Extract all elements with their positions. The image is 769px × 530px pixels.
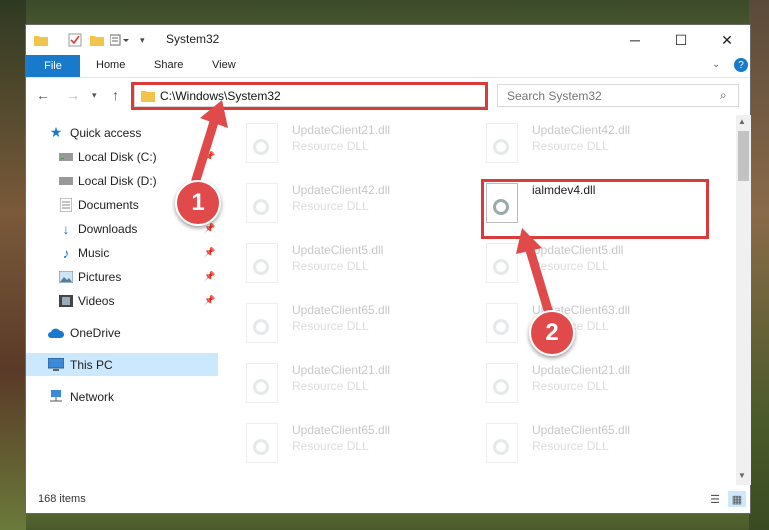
step-marker-1: 1 [175,180,221,226]
annotation-arrows [191,100,553,315]
step-marker-2: 2 [529,310,575,356]
